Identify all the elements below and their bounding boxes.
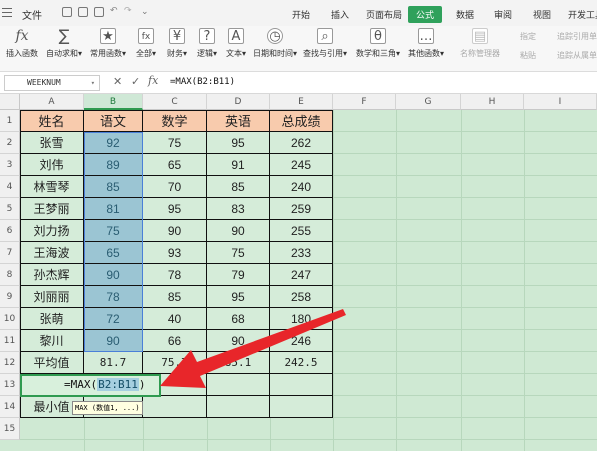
insert-function-button[interactable]: fx 插入函数 (4, 28, 40, 68)
text-icon: A (228, 28, 244, 44)
arrow-shape (160, 309, 346, 388)
trace-precedents-button[interactable]: 追踪引用单元格 (557, 31, 597, 42)
menu-bar: 文件 ↶ ↷ ⌄ 开始 插入 页面布局 公式 数据 审阅 视图 开发工具 (0, 0, 597, 26)
file-menu[interactable]: 文件 (22, 7, 42, 22)
logic-icon: ? (199, 28, 215, 44)
save-icon[interactable] (62, 7, 72, 17)
math-trig-button[interactable]: θ 数学和三角▾ (354, 28, 402, 68)
tab-formula[interactable]: 公式 (408, 6, 443, 23)
tab-review[interactable]: 审阅 (494, 8, 512, 21)
clock-icon: ◷ (267, 28, 283, 44)
star-function-icon: ★ (100, 28, 116, 44)
fx-icon: fx (15, 28, 29, 44)
cancel-icon[interactable]: ✕ (113, 75, 122, 88)
more-functions-button[interactable]: … 其他函数▾ (406, 28, 446, 68)
tab-page-layout[interactable]: 页面布局 (366, 8, 402, 21)
confirm-icon[interactable]: ✓ (131, 75, 140, 88)
fx-insert-icon[interactable]: fx (148, 74, 158, 87)
tab-view[interactable]: 视图 (533, 8, 551, 21)
all-functions-icon: fx (138, 28, 154, 44)
menu-icon[interactable] (2, 8, 12, 20)
undo-icon[interactable]: ↶ (110, 6, 118, 16)
finance-button[interactable]: ¥ 财务▾ (164, 28, 190, 68)
sigma-icon: ∑ (58, 26, 70, 45)
tab-data[interactable]: 数据 (456, 8, 474, 21)
ribbon: fx 插入函数 ∑ 自动求和▾ ★ 常用函数▾ fx 全部▾ ¥ 财务▾ ? 逻… (0, 26, 597, 72)
common-functions-button[interactable]: ★ 常用函数▾ (88, 28, 128, 68)
formula-bar: WEEKNUM ▾ ✕ ✓ fx =MAX(B2:B11) (0, 72, 597, 94)
name-manager-button[interactable]: ▤ 名称管理器 (458, 28, 502, 68)
formula-input[interactable]: =MAX(B2:B11) (170, 77, 235, 87)
quick-access-dropdown-icon[interactable]: ⌄ (141, 7, 149, 17)
name-box[interactable]: WEEKNUM ▾ (4, 75, 100, 91)
more-functions-icon: … (418, 28, 434, 44)
date-time-button[interactable]: ◷ 日期和时间▾ (252, 28, 298, 68)
trace-dependents-button[interactable]: 追踪从属单元格 (557, 50, 597, 61)
lookup-icon: ⌕ (317, 28, 333, 44)
name-manager-icon: ▤ (472, 28, 488, 44)
lookup-reference-button[interactable]: ⌕ 查找与引用▾ (302, 28, 348, 68)
tab-home[interactable]: 开始 (292, 8, 310, 21)
spreadsheet-grid[interactable]: A B C D E F G H I 1 2 3 4 5 6 7 8 9 10 11 12 13 14 15 姓名 语文 数学 英语 总成… (0, 94, 597, 451)
logic-button[interactable]: ? 逻辑▾ (194, 28, 220, 68)
paste-name-button[interactable]: 粘贴 (520, 50, 536, 61)
math-icon: θ (370, 28, 386, 44)
name-box-value: WEEKNUM (27, 78, 61, 87)
define-name-button[interactable]: 指定 (520, 31, 536, 42)
redo-icon[interactable]: ↷ (124, 6, 132, 16)
finance-icon: ¥ (169, 28, 185, 44)
all-functions-button[interactable]: fx 全部▾ (132, 28, 160, 68)
tab-insert[interactable]: 插入 (331, 8, 349, 21)
chevron-down-icon[interactable]: ▾ (91, 76, 95, 90)
text-button[interactable]: A 文本▾ (223, 28, 249, 68)
tab-developer[interactable]: 开发工具 (568, 8, 597, 21)
print-icon[interactable] (78, 7, 88, 17)
annotation-arrow (160, 309, 346, 388)
preview-icon[interactable] (94, 7, 104, 17)
autosum-button[interactable]: ∑ 自动求和▾ (44, 28, 84, 68)
